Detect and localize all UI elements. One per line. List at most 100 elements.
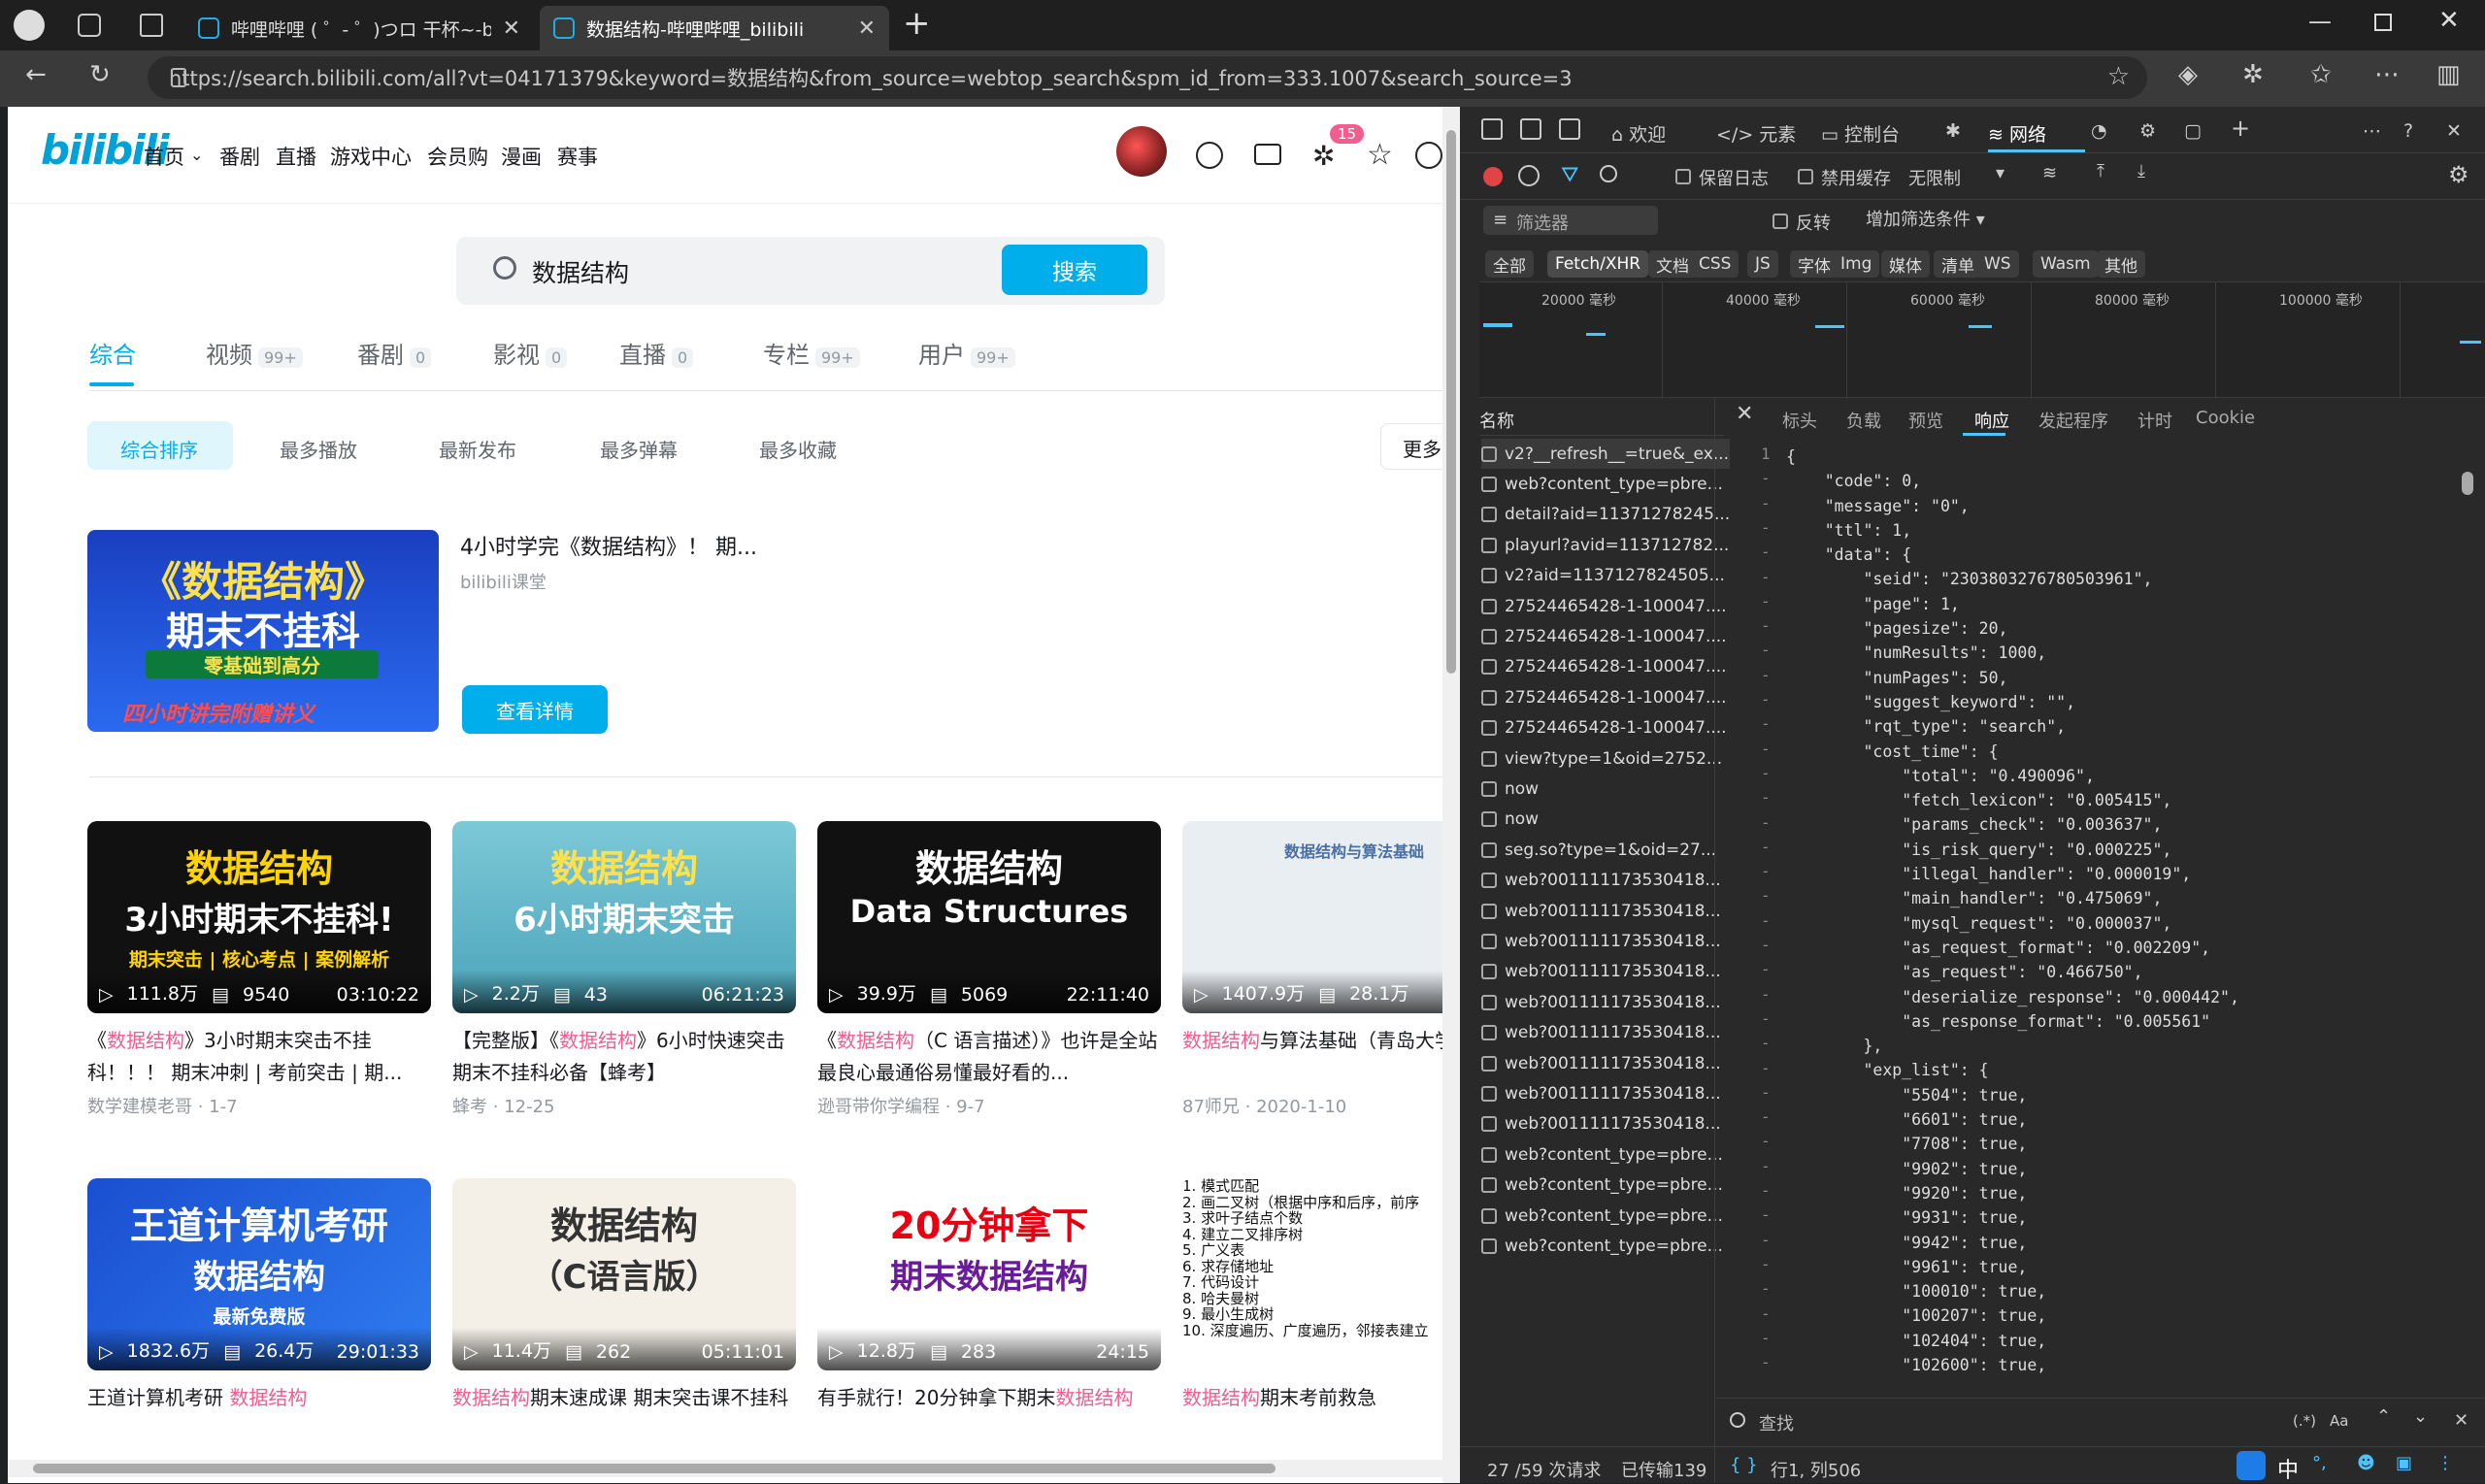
detail-tab[interactable]: 响应: [1974, 408, 2009, 433]
back-icon[interactable]: ←: [25, 60, 47, 89]
request-row[interactable]: 27524465428-1-100047....: [1481, 621, 1730, 651]
nav-anime[interactable]: 番剧: [219, 142, 260, 171]
request-row[interactable]: 27524465428-1-100047....: [1481, 682, 1730, 712]
detail-tab[interactable]: 发起程序: [2038, 408, 2108, 433]
tab-search-results[interactable]: 数据结构-哔哩哔哩_bilibili ✕: [540, 6, 889, 50]
performance-icon[interactable]: ◔: [2091, 120, 2107, 142]
video-thumbnail[interactable]: 王道计算机考研 数据结构 最新免费版 ▷ 1832.6万 ▤ 26.4万 29:01:33: [87, 1178, 431, 1370]
video-author[interactable]: 数学建模老哥 · 1-7: [87, 1093, 431, 1118]
request-row[interactable]: web?001111173530418...: [1481, 866, 1730, 896]
video-title[interactable]: 数据结构期末速成课 期末突击课不挂科: [452, 1382, 796, 1446]
add-tool-icon[interactable]: +: [2231, 115, 2250, 142]
previous-match-icon[interactable]: ⌃: [2376, 1406, 2391, 1427]
ime-punct-icon[interactable]: °,: [2312, 1453, 2327, 1473]
more-tools-icon[interactable]: ⋯: [2363, 120, 2381, 142]
video-title[interactable]: 数据结构与算法基础（青岛大学-王卓）: [1182, 1025, 1442, 1089]
favorites-icon[interactable]: ✩: [2310, 60, 2332, 89]
video-author[interactable]: 87师兄 · 2020-1-10: [1182, 1093, 1442, 1118]
clear-icon[interactable]: [1518, 165, 1540, 186]
type-filter-6[interactable]: Img: [1833, 250, 1880, 278]
video-card[interactable]: 王道计算机考研 数据结构 最新免费版 ▷ 1832.6万 ▤ 26.4万 29:01:33 王道…: [87, 1178, 431, 1446]
request-row[interactable]: v2?__refresh__=true&_ex...: [1481, 439, 1730, 469]
request-row[interactable]: web?content_type=pbre...: [1481, 469, 1730, 499]
devtools-tab-elements[interactable]: </> 元素: [1716, 120, 1796, 147]
workspaces-icon[interactable]: [78, 14, 101, 37]
history-clock-icon[interactable]: [1415, 142, 1442, 169]
ime-chat-icon[interactable]: ▣: [2396, 1453, 2412, 1473]
request-row[interactable]: web?001111173530418...: [1481, 1048, 1730, 1078]
application-icon[interactable]: ▢: [2184, 120, 2202, 142]
video-title[interactable]: 【完整版】《数据结构》6小时快速突击期末不挂科必备【蜂考】: [452, 1025, 796, 1089]
request-row[interactable]: web?content_type=pbre...: [1481, 1231, 1730, 1261]
more-filters-dropdown[interactable]: 增加筛选条件 ▾: [1866, 206, 1985, 231]
video-thumbnail[interactable]: 数据结构与算法基础 ▷ 1407.9万 ▤ 28.1万: [1182, 821, 1442, 1013]
video-title[interactable]: 有手就行！20分钟拿下期末数据结构: [817, 1382, 1161, 1446]
detail-tab[interactable]: 负载: [1846, 408, 1881, 433]
video-author[interactable]: 逊哥带你学编程 · 9-7: [817, 1093, 1161, 1118]
record-stop-icon[interactable]: [1483, 167, 1503, 186]
detail-tab[interactable]: 预览: [1908, 408, 1943, 433]
regex-icon[interactable]: (.*): [2293, 1412, 2316, 1430]
favorites-star-icon[interactable]: ☆: [1367, 138, 1393, 172]
tab-bilibili-home[interactable]: 哔哩哔哩 ( ゜- ゜)つロ 干杯~-bilibi ✕: [184, 6, 534, 50]
video-card[interactable]: 1. 模式匹配 2. 画二叉树（根据中序和后序，前序 3. 求叶子结点个数 4.…: [1182, 1178, 1442, 1446]
request-row[interactable]: 27524465428-1-100047....: [1481, 713, 1730, 743]
request-row[interactable]: seg.so?type=1&oid=27...: [1481, 835, 1730, 865]
close-window-button[interactable]: ✕: [2438, 6, 2460, 35]
throttle-select[interactable]: 无限制: [1908, 165, 1961, 190]
request-row[interactable]: now: [1481, 774, 1730, 804]
preserve-log-checkbox[interactable]: [1675, 169, 1691, 184]
request-row[interactable]: web?001111173530418...: [1481, 957, 1730, 987]
request-row[interactable]: web?001111173530418...: [1481, 987, 1730, 1017]
request-row[interactable]: web?content_type=pbre...: [1481, 1201, 1730, 1231]
h-scrollbar-thumb[interactable]: [33, 1464, 1276, 1473]
page-horizontal-scrollbar[interactable]: [8, 1460, 1442, 1477]
video-card[interactable]: 20分钟拿下 期末数据结构 ▷ 12.8万 ▤ 283 24:15 有手就行！20分钟拿下期末…: [817, 1178, 1161, 1446]
sort-most-danmaku[interactable]: 最多弹幕: [600, 435, 678, 463]
sort-newest[interactable]: 最新发布: [439, 435, 516, 463]
help-icon[interactable]: ?: [2403, 120, 2413, 142]
restore-button[interactable]: [2374, 14, 2392, 31]
sort-most-played[interactable]: 最多播放: [280, 435, 357, 463]
network-overview-timeline[interactable]: 20000 毫秒 40000 毫秒 60000 毫秒 80000 毫秒 100000 毫…: [1479, 281, 2485, 399]
find-input[interactable]: 查找: [1759, 1410, 1794, 1435]
sidebar-icon[interactable]: ▥: [2436, 60, 2461, 89]
request-row[interactable]: v2?aid=1137127824505...: [1481, 561, 1730, 591]
close-tab-icon[interactable]: ✕: [858, 16, 876, 41]
minimize-button[interactable]: —: [2308, 8, 2332, 35]
type-filter-1[interactable]: Fetch/XHR: [1547, 250, 1649, 278]
video-card[interactable]: 数据结构 Data Structures ▷ 39.9万 ▤ 5069 22:11:40 《数…: [817, 821, 1161, 1118]
video-title[interactable]: 数据结构期末考前救急: [1182, 1382, 1442, 1446]
response-scrollbar[interactable]: [2458, 448, 2477, 1477]
course-thumbnail[interactable]: 《数据结构》 期末不挂科 零基础到高分 四小时讲完附赠讲义: [87, 530, 439, 732]
detail-tab[interactable]: 计时: [2137, 408, 2172, 433]
close-detail-icon[interactable]: ✕: [1736, 402, 1753, 426]
page-vertical-scrollbar[interactable]: [1442, 107, 1460, 1483]
gear-icon[interactable]: ⚙: [2139, 120, 2156, 142]
request-row[interactable]: web?001111173530418...: [1481, 1078, 1730, 1108]
devtools-tab-network[interactable]: ≋ 网络: [1988, 120, 2046, 147]
refresh-icon[interactable]: ↻: [89, 60, 111, 89]
ime-user-icon[interactable]: ☻: [2357, 1453, 2375, 1473]
video-card[interactable]: 数据结构 （C语言版） ▷ 11.4万 ▤ 262 05:11:01 数据结构期末速成课 期末…: [452, 1178, 796, 1446]
invert-checkbox[interactable]: [1773, 214, 1788, 229]
video-title[interactable]: 《数据结构》3小时期末突击不挂科！！！ 期末冲刺 | 考前突击 | 期...: [87, 1025, 431, 1089]
request-row[interactable]: web?001111173530418...: [1481, 1018, 1730, 1048]
search-tab[interactable]: 用户 99+: [918, 336, 1015, 370]
type-filter-2[interactable]: 文档: [1648, 250, 1697, 278]
avatar[interactable]: [1116, 126, 1167, 177]
detail-tab[interactable]: 标头: [1782, 408, 1817, 433]
type-filter-8[interactable]: 清单: [1934, 250, 1982, 278]
more-menu-icon[interactable]: ⋯: [2374, 60, 2400, 89]
settings-gear-icon[interactable]: ⚙: [2448, 161, 2469, 188]
request-row[interactable]: now: [1481, 805, 1730, 835]
close-tab-icon[interactable]: ✕: [503, 16, 520, 41]
type-filter-11[interactable]: 其他: [2097, 250, 2145, 278]
video-thumbnail[interactable]: 数据结构 3小时期末不挂科! 期末突击 | 核心考点 | 案例解析 ▷ 111.8万 ▤ 9…: [87, 821, 431, 1013]
type-filter-3[interactable]: CSS: [1691, 250, 1740, 278]
address-bar[interactable]: https://search.bilibili.com/all?vt=04171…: [148, 56, 2147, 99]
request-row[interactable]: view?type=1&oid=2752...: [1481, 743, 1730, 774]
request-row[interactable]: detail?aid=11371278245...: [1481, 500, 1730, 530]
video-thumbnail[interactable]: 数据结构 Data Structures ▷ 39.9万 ▤ 5069 22:11:40: [817, 821, 1161, 1013]
profile-avatar-icon[interactable]: [14, 10, 45, 41]
